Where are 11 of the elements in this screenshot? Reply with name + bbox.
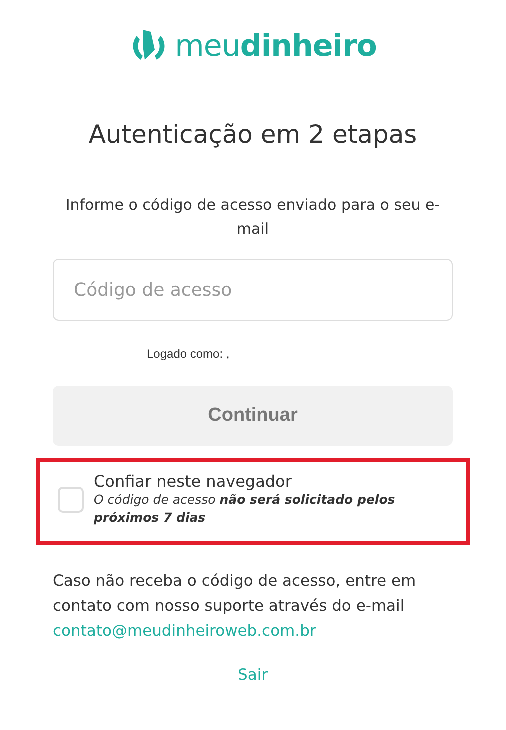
logged-as-text: Logado como: , xyxy=(146,347,230,361)
code-input-field[interactable]: Código de acesso xyxy=(53,259,453,321)
checkbox[interactable] xyxy=(58,486,84,512)
email-link[interactable]: contato@meudinheiroweb.com.br xyxy=(53,619,453,644)
instruction-text: Informe o código de acesso enviado para o seu e-mail xyxy=(64,195,442,240)
support-text: Caso não receba o código de acesso, entre em contato com nosso suporte através do e-mail xyxy=(53,571,418,617)
trust-hint: O código de acesso não será solicitado pelos próximos 7 dias xyxy=(94,491,396,527)
logout-link[interactable]: Sair xyxy=(238,666,268,684)
page-title: Autenticação em 2 etapas xyxy=(88,120,418,149)
trust-label: Confiar neste navegador xyxy=(94,472,293,491)
logo-text: meudinheiro xyxy=(175,28,377,64)
